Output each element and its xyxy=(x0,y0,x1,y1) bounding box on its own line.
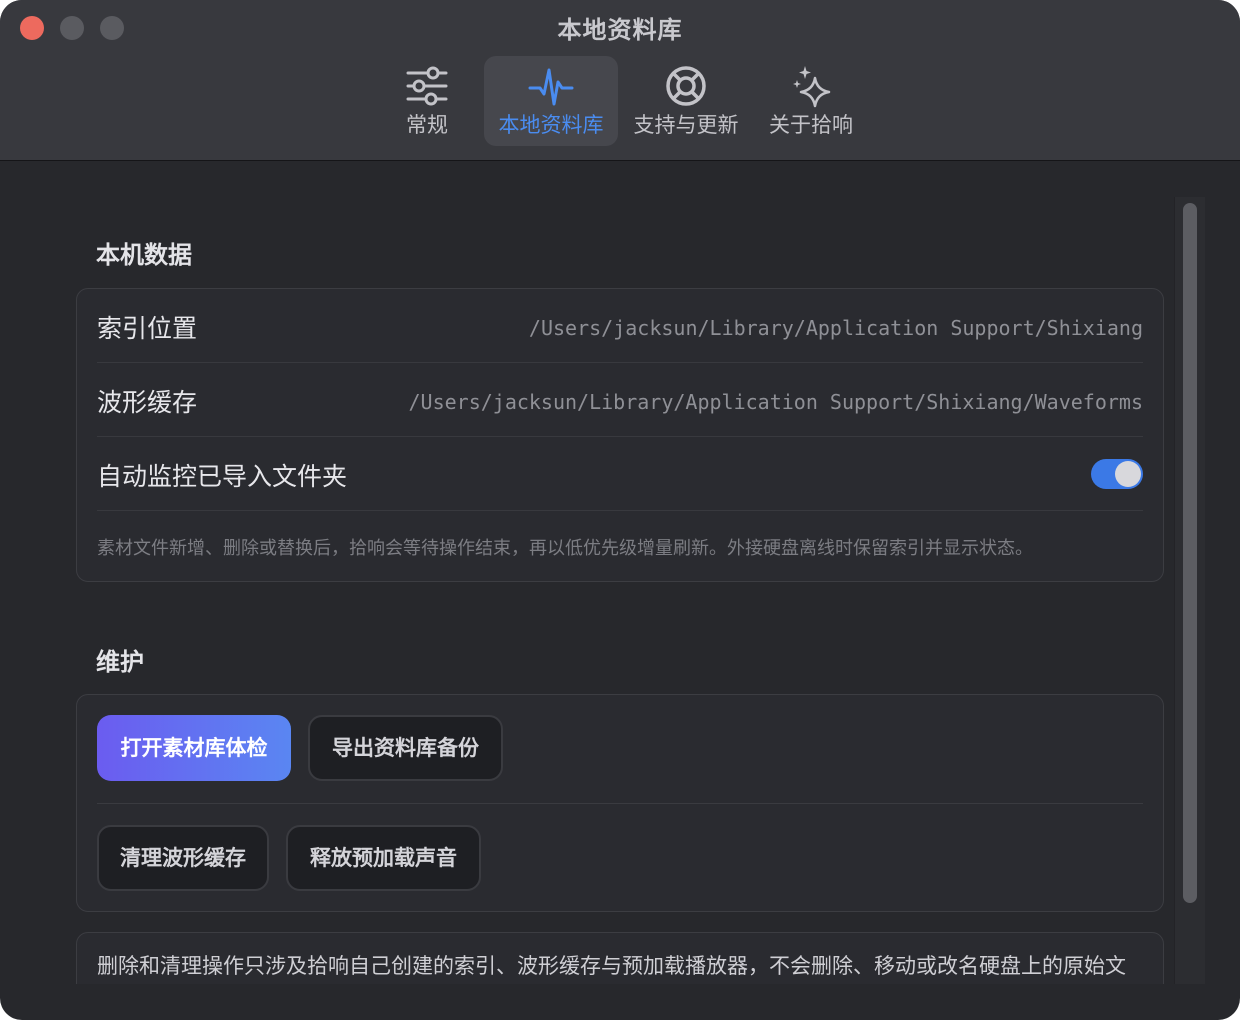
settings-window: 本地资料库 常规 本地资料库 支持与更新 关于拾响 本机数据 索引位置 /Use… xyxy=(0,0,1240,1020)
tab-support[interactable]: 支持与更新 xyxy=(622,56,750,146)
settings-content[interactable]: 本机数据 索引位置 /Users/jacksun/Library/Applica… xyxy=(0,161,1240,984)
tab-general-label: 常规 xyxy=(406,113,448,137)
maintenance-note: 删除和清理操作只涉及拾响自己创建的索引、波形缓存与预加载播放器，不会删除、移动或… xyxy=(97,954,1126,978)
maintenance-card: 打开素材库体检 导出资料库备份 清理波形缓存 释放预加载声音 xyxy=(76,694,1164,912)
waveform-cache-path[interactable]: /Users/jacksun/Library/Application Suppo… xyxy=(408,390,1143,414)
tab-general[interactable]: 常规 xyxy=(372,56,482,146)
waveform-icon xyxy=(528,68,574,106)
maintenance-note-card: 删除和清理操作只涉及拾响自己创建的索引、波形缓存与预加载播放器，不会删除、移动或… xyxy=(76,932,1164,984)
lifebuoy-icon xyxy=(666,66,706,106)
clear-waveform-cache-button[interactable]: 清理波形缓存 xyxy=(97,825,269,891)
release-preloaded-sounds-button[interactable]: 释放预加载声音 xyxy=(286,825,481,891)
export-library-backup-button[interactable]: 导出资料库备份 xyxy=(308,715,503,781)
waveform-cache-label: 波形缓存 xyxy=(97,388,198,417)
card-divider xyxy=(97,803,1143,804)
auto-monitor-toggle[interactable] xyxy=(1091,459,1143,489)
waveform-cache-row: 波形缓存 /Users/jacksun/Library/Application … xyxy=(97,363,1143,437)
tab-support-label: 支持与更新 xyxy=(633,113,739,137)
local-data-card: 索引位置 /Users/jacksun/Library/Application … xyxy=(76,288,1164,582)
auto-monitor-label: 自动监控已导入文件夹 xyxy=(97,462,348,491)
vertical-scrollbar[interactable] xyxy=(1174,197,1205,984)
index-location-row: 索引位置 /Users/jacksun/Library/Application … xyxy=(97,289,1143,363)
open-library-health-check-button[interactable]: 打开素材库体检 xyxy=(97,715,291,781)
toggle-knob xyxy=(1115,461,1141,487)
auto-monitor-row: 自动监控已导入文件夹 xyxy=(97,437,1143,511)
tab-local-library-label: 本地资料库 xyxy=(498,113,604,137)
tab-about-label: 关于拾响 xyxy=(769,113,853,137)
tab-local-library[interactable]: 本地资料库 xyxy=(484,56,618,146)
sliders-icon xyxy=(406,66,448,106)
sparkles-icon xyxy=(793,66,831,108)
section-title-maintenance: 维护 xyxy=(96,648,144,676)
auto-monitor-hint: 素材文件新增、删除或替换后，拾响会等待操作结束，再以低优先级增量刷新。外接硬盘离… xyxy=(97,538,1033,559)
window-title: 本地资料库 xyxy=(557,16,683,44)
section-title-local-data: 本机数据 xyxy=(96,241,192,269)
index-location-label: 索引位置 xyxy=(97,314,198,343)
title-bar: 本地资料库 常规 本地资料库 支持与更新 关于拾响 xyxy=(0,0,1240,161)
scroll-thumb[interactable] xyxy=(1183,203,1197,903)
index-location-path[interactable]: /Users/jacksun/Library/Application Suppo… xyxy=(529,316,1143,340)
tab-about[interactable]: 关于拾响 xyxy=(754,56,868,146)
